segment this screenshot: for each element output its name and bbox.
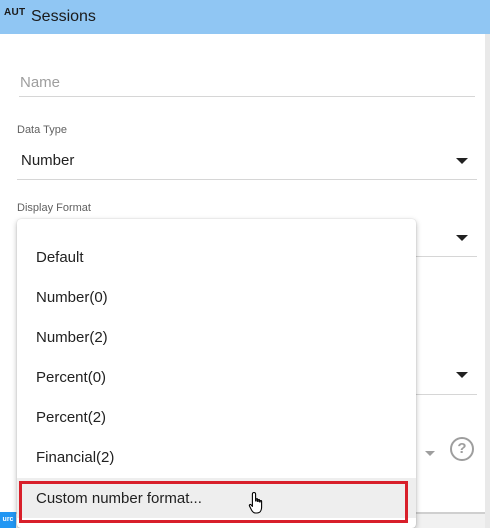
menu-item-financial-2[interactable]: Financial(2) [17,438,416,478]
menu-item-number-0[interactable]: Number(0) [17,278,416,318]
data-type-label: Data Type [17,124,67,136]
window-edge [485,34,490,528]
display-format-label: Display Format [17,202,91,214]
menu-item-label: Percent(0) [36,369,107,386]
data-type-value[interactable]: Number [21,152,74,169]
help-icon[interactable]: ? [450,437,474,461]
menu-item-percent-0[interactable]: Percent(0) [17,358,416,398]
menu-item-number-2[interactable]: Number(2) [17,318,416,358]
menu-item-label: Default [36,249,84,266]
menu-item-percent-2[interactable]: Percent(2) [17,398,416,438]
name-field-underline [19,96,475,97]
menu-item-label: Number(2) [36,329,108,346]
highlight-box [19,481,408,523]
dialog-title: Sessions [31,8,96,25]
data-type-underline [17,179,477,180]
menu-item-label: Financial(2) [36,449,115,466]
taskbar-app-icon[interactable]: urc [0,512,16,528]
chevron-down-icon[interactable] [456,372,468,378]
dialog-header: AUT Sessions [0,0,490,34]
menu-item-label: Number(0) [36,289,108,306]
field-underline [416,394,477,395]
menu-item-default[interactable]: Default [17,238,416,278]
chevron-down-icon[interactable] [456,235,468,241]
display-format-underline [416,256,477,257]
app-tag: AUT [4,7,26,18]
menu-item-label: Percent(2) [36,409,107,426]
hand-cursor-icon [248,491,263,514]
name-input-placeholder[interactable]: Name [20,74,60,91]
chevron-down-icon[interactable] [425,451,435,456]
chevron-down-icon[interactable] [456,158,468,164]
